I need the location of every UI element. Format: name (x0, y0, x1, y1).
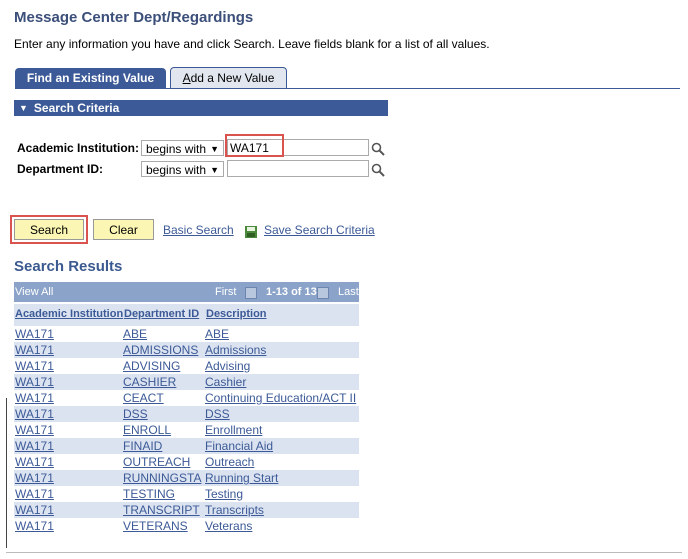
page-title: Message Center Dept/Regardings (14, 9, 254, 26)
table-row: WA171 TRANSCRIPT Transcripts (14, 502, 359, 518)
cell-department-id[interactable]: ADVISING (123, 359, 202, 373)
department-id-label: Department ID: (17, 162, 104, 176)
cell-description[interactable]: ABE (205, 327, 358, 341)
department-id-operator-value: begins with (146, 163, 207, 177)
save-icon[interactable] (244, 225, 258, 239)
cell-description[interactable]: Running Start (205, 471, 358, 485)
cell-department-id[interactable]: ADMISSIONS (123, 343, 202, 357)
cell-academic-institution[interactable]: WA171 (15, 519, 121, 533)
search-criteria-header[interactable]: ▼ Search Criteria (14, 100, 388, 116)
cell-description[interactable]: Transcripts (205, 503, 358, 517)
academic-institution-operator[interactable]: begins with ▼ (141, 140, 224, 156)
tab-add-label: dd a New Value (190, 71, 275, 85)
collapse-triangle-icon: ▼ (19, 103, 28, 113)
cell-department-id[interactable]: CASHIER (123, 375, 202, 389)
input-highlight-box (225, 134, 284, 157)
tab-find-existing-value[interactable]: Find an Existing Value (15, 68, 166, 88)
cell-department-id[interactable]: TRANSCRIPT (123, 503, 202, 517)
result-range: 1-13 of 13 (266, 286, 317, 298)
cell-description[interactable]: Financial Aid (205, 439, 358, 453)
cell-department-id[interactable]: FINAID (123, 439, 202, 453)
results-grid: View All First 1-13 of 13 Last Academic … (14, 282, 359, 534)
column-header-academic-institution[interactable]: Academic Institution (15, 308, 123, 320)
table-row: WA171 RUNNINGSTA Running Start (14, 470, 359, 486)
department-id-operator[interactable]: begins with ▼ (141, 161, 224, 177)
table-row: WA171 CEACT Continuing Education/ACT II (14, 390, 359, 406)
cell-academic-institution[interactable]: WA171 (15, 327, 121, 341)
cell-department-id[interactable]: OUTREACH (123, 455, 202, 469)
lookup-icon[interactable] (371, 142, 385, 156)
table-row: WA171 ADMISSIONS Admissions (14, 342, 359, 358)
cell-department-id[interactable]: ENROLL (123, 423, 202, 437)
cell-description[interactable]: Veterans (205, 519, 358, 533)
cell-description[interactable]: Advising (205, 359, 358, 373)
column-header-department-id[interactable]: Department ID (124, 308, 199, 320)
academic-institution-label: Academic Institution: (17, 141, 140, 155)
cell-academic-institution[interactable]: WA171 (15, 487, 121, 501)
grid-header-row: Academic Institution Department ID Descr… (14, 302, 359, 326)
last-label: Last (338, 286, 359, 298)
cell-department-id[interactable]: TESTING (123, 487, 202, 501)
grid-navigation-bar: View All First 1-13 of 13 Last (14, 282, 359, 302)
dropdown-arrow-icon: ▼ (210, 144, 219, 154)
cell-department-id[interactable]: DSS (123, 407, 202, 421)
cell-description[interactable]: Cashier (205, 375, 358, 389)
cell-academic-institution[interactable]: WA171 (15, 503, 121, 517)
search-button[interactable]: Search (14, 219, 84, 240)
cell-description[interactable]: Testing (205, 487, 358, 501)
cell-academic-institution[interactable]: WA171 (15, 391, 121, 405)
department-id-input[interactable] (227, 160, 369, 177)
table-row: WA171 ABE ABE (14, 326, 359, 342)
frame-bottom-edge (6, 552, 682, 553)
cell-academic-institution[interactable]: WA171 (15, 439, 121, 453)
cell-academic-institution[interactable]: WA171 (15, 407, 121, 421)
clear-button[interactable]: Clear (93, 219, 154, 240)
results-rows: WA171 ABE ABE WA171 ADMISSIONS Admissions WA17… (14, 326, 359, 534)
cell-department-id[interactable]: CEACT (123, 391, 202, 405)
cell-description[interactable]: Admissions (205, 343, 358, 357)
view-all-link[interactable]: View All (15, 283, 53, 301)
cell-description[interactable]: Outreach (205, 455, 358, 469)
cell-academic-institution[interactable]: WA171 (15, 423, 121, 437)
table-row: WA171 VETERANS Veterans (14, 518, 359, 534)
table-row: WA171 ENROLL Enrollment (14, 422, 359, 438)
previous-arrow-icon[interactable] (245, 287, 257, 299)
lookup-icon[interactable] (371, 163, 385, 177)
cell-description[interactable]: DSS (205, 407, 358, 421)
table-row: WA171 FINAID Financial Aid (14, 438, 359, 454)
table-row: WA171 OUTREACH Outreach (14, 454, 359, 470)
frame-left-edge (6, 398, 7, 548)
cell-academic-institution[interactable]: WA171 (15, 471, 121, 485)
tab-add-accesskey: A (182, 71, 191, 85)
table-row: WA171 TESTING Testing (14, 486, 359, 502)
save-search-criteria-link[interactable]: Save Search Criteria (264, 223, 375, 237)
cell-academic-institution[interactable]: WA171 (15, 359, 121, 373)
cell-department-id[interactable]: RUNNINGSTA (123, 471, 202, 485)
academic-institution-operator-value: begins with (146, 142, 207, 156)
instructions-text: Enter any information you have and click… (14, 37, 490, 51)
search-criteria-label: Search Criteria (33, 101, 120, 115)
table-row: WA171 DSS DSS (14, 406, 359, 422)
table-row: WA171 CASHIER Cashier (14, 374, 359, 390)
cell-academic-institution[interactable]: WA171 (15, 455, 121, 469)
cell-description[interactable]: Enrollment (205, 423, 358, 437)
cell-academic-institution[interactable]: WA171 (15, 375, 121, 389)
table-row: WA171 ADVISING Advising (14, 358, 359, 374)
cell-academic-institution[interactable]: WA171 (15, 343, 121, 357)
first-label: First (215, 286, 237, 298)
next-arrow-icon[interactable] (317, 287, 329, 299)
dropdown-arrow-icon: ▼ (210, 165, 219, 175)
search-results-title: Search Results (14, 258, 123, 275)
cell-department-id[interactable]: VETERANS (123, 519, 202, 533)
column-header-description[interactable]: Description (206, 308, 267, 320)
tab-underline (15, 88, 680, 89)
cell-department-id[interactable]: ABE (123, 327, 202, 341)
cell-description[interactable]: Continuing Education/ACT II (205, 391, 358, 405)
tab-add-new-value[interactable]: Add a New Value (170, 67, 287, 88)
basic-search-link[interactable]: Basic Search (163, 223, 234, 237)
